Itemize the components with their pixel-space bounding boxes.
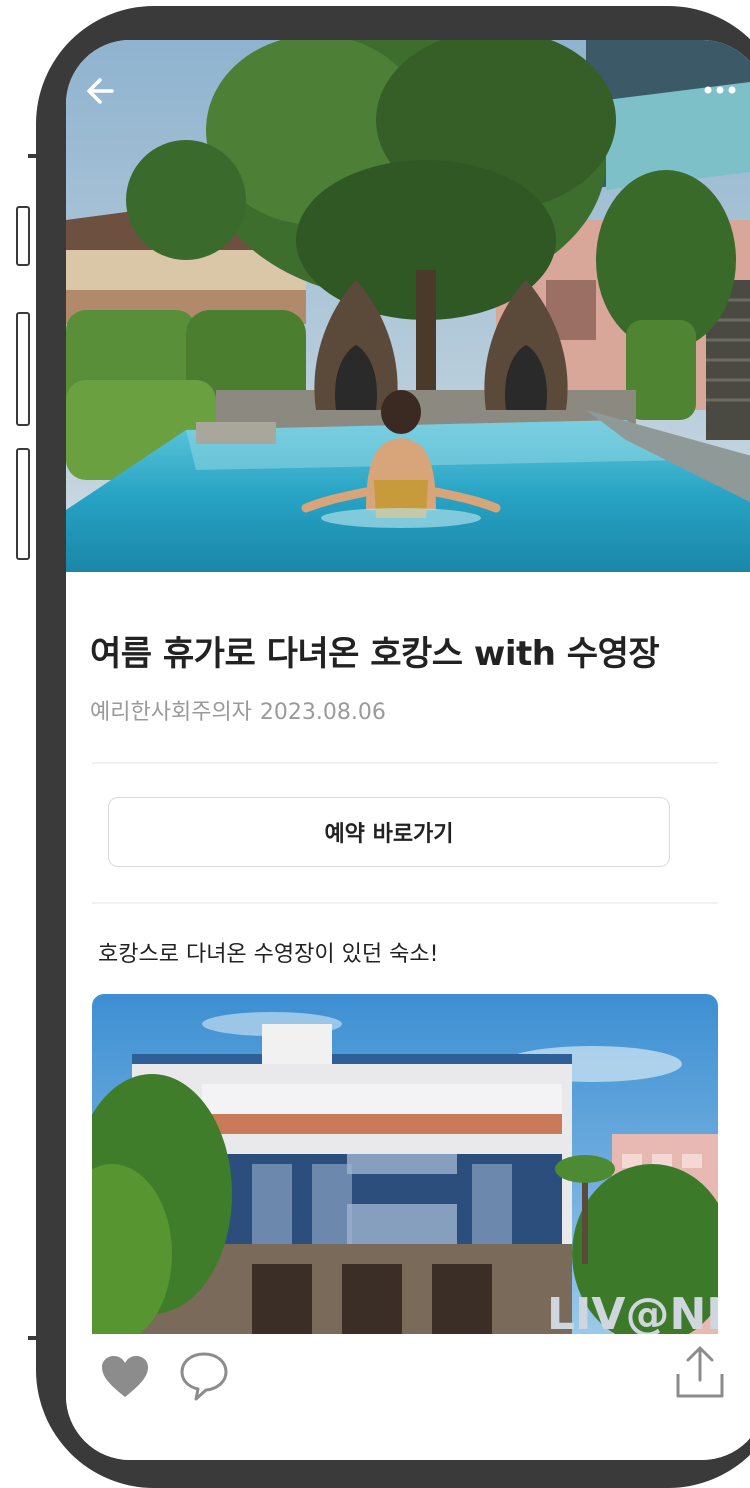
side-line-top [28, 154, 42, 158]
side-line-bottom [28, 1336, 42, 1340]
more-dots-icon[interactable] [702, 80, 742, 100]
author-name[interactable]: 예리한사회주의자 [90, 700, 252, 725]
reserve-button[interactable]: 예약 바로가기 [108, 797, 670, 867]
heart-icon[interactable] [100, 1354, 150, 1400]
bottom-action-bar [66, 1334, 750, 1460]
comment-icon[interactable] [178, 1350, 230, 1402]
post-date: 2023.08.06 [259, 700, 386, 725]
volume-up-button [16, 312, 30, 426]
building-sign: LIV@NIN [547, 1289, 718, 1334]
hero-photo [66, 40, 750, 572]
back-arrow-icon[interactable] [84, 74, 118, 108]
silent-switch [16, 206, 30, 266]
screen: 여름 휴가로 다녀온 호캉스 with 수영장 예리한사회주의자 2023.08.… [66, 40, 750, 1460]
building-photo: LIV@NIN [92, 994, 718, 1334]
divider-bottom [92, 902, 718, 904]
divider-top [92, 762, 718, 764]
post-body-text: 호캉스로 다녀온 수영장이 있던 숙소! [98, 942, 439, 967]
content-image: LIV@NIN [92, 994, 718, 1334]
hero-image [66, 40, 750, 572]
share-icon[interactable] [674, 1344, 726, 1400]
volume-down-button [16, 448, 30, 560]
post-title: 여름 휴가로 다녀온 호캉스 with 수영장 [90, 634, 660, 674]
post-meta: 예리한사회주의자 2023.08.06 [90, 694, 386, 726]
